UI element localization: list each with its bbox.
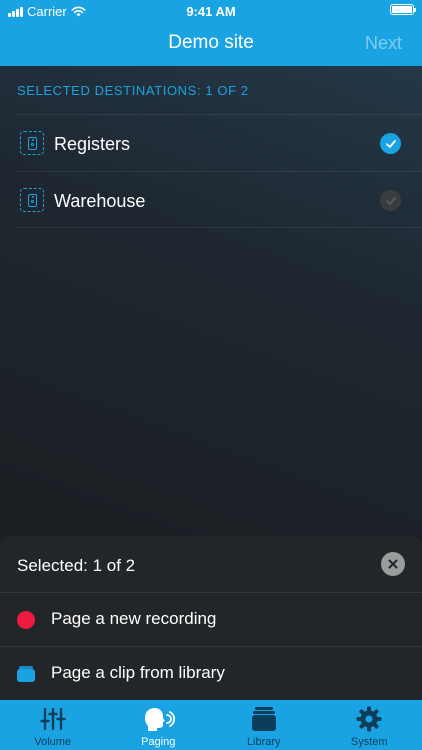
gear-icon <box>356 706 382 732</box>
status-time: 9:41 AM <box>186 4 236 19</box>
sheet-title: Selected: 1 of 2 <box>17 556 136 575</box>
tab-bar: Volume Paging Library System <box>0 700 422 750</box>
tab-label: Volume <box>34 736 72 748</box>
tab-label: Library <box>246 736 281 748</box>
destination-row-registers[interactable]: Registers <box>17 114 422 171</box>
checkmark-unselected-icon[interactable] <box>380 190 401 211</box>
library-stack-icon <box>251 707 276 731</box>
sliders-icon <box>40 707 66 731</box>
tab-label: Paging <box>141 736 176 748</box>
tab-paging[interactable]: Paging <box>106 700 212 750</box>
record-dot-icon <box>17 611 35 629</box>
action-label: Page a clip from library <box>51 663 225 682</box>
tab-volume[interactable]: Volume <box>0 700 106 750</box>
page-title: Demo site <box>168 32 254 53</box>
action-sheet: Selected: 1 of 2 Page a new recording Pa… <box>0 536 422 700</box>
tab-system[interactable]: System <box>317 700 422 750</box>
speaker-icon <box>20 188 44 212</box>
navigation-header: Carrier 9:41 AM Demo site Next <box>0 0 422 66</box>
status-bar: Carrier 9:41 AM <box>0 0 422 22</box>
speaking-head-icon <box>145 708 176 731</box>
destination-row-warehouse[interactable]: Warehouse <box>17 171 422 228</box>
close-icon[interactable] <box>381 552 405 576</box>
next-button[interactable]: Next <box>365 33 402 54</box>
speaker-icon <box>20 131 44 155</box>
library-icon <box>17 666 35 682</box>
destination-label: Registers <box>54 134 131 154</box>
section-label: SELECTED DESTINATIONS: 1 OF 2 <box>17 83 249 98</box>
checkmark-selected-icon[interactable] <box>380 133 401 154</box>
destination-label: Warehouse <box>54 191 146 211</box>
destinations-list: SELECTED DESTINATIONS: 1 OF 2 Registers … <box>0 66 422 536</box>
tab-library[interactable]: Library <box>211 700 317 750</box>
page-new-recording-button[interactable]: Page a new recording <box>0 592 422 646</box>
action-label: Page a new recording <box>51 609 217 628</box>
battery-icon <box>390 4 416 15</box>
tab-label: System <box>350 736 388 748</box>
page-clip-from-library-button[interactable]: Page a clip from library <box>0 646 422 700</box>
